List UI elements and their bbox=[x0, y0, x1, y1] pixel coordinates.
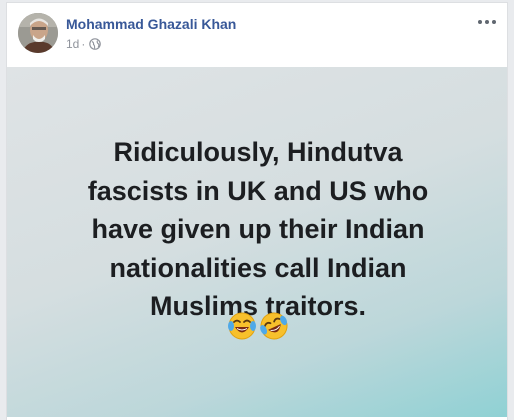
post-text-line: Ridiculously, Hindutva bbox=[113, 137, 403, 167]
author-name[interactable]: Mohammad Ghazali Khan bbox=[66, 16, 236, 32]
avatar[interactable] bbox=[18, 13, 58, 53]
post-time[interactable]: 1d bbox=[66, 37, 79, 51]
post-header: Mohammad Ghazali Khan 1d · bbox=[7, 3, 507, 67]
post-card: Mohammad Ghazali Khan 1d · Ridiculously,… bbox=[6, 2, 508, 420]
rolling-on-the-floor-laughing-icon bbox=[260, 312, 288, 340]
post-background: Ridiculously, Hindutva fascists in UK an… bbox=[7, 67, 507, 417]
face-with-tears-of-joy-icon bbox=[228, 312, 256, 340]
post-text-line: nationalities call Indian bbox=[109, 252, 407, 283]
meta-separator: · bbox=[81, 37, 86, 51]
post-text-line: have given up their Indian bbox=[91, 214, 425, 244]
globe-icon[interactable] bbox=[89, 38, 102, 50]
avatar-photo bbox=[18, 13, 58, 53]
post-text: Ridiculously, Hindutva fascists in UK an… bbox=[27, 133, 489, 326]
more-options-icon[interactable] bbox=[477, 15, 497, 29]
post-text-line: fascists in UK and US who bbox=[87, 175, 429, 206]
post-meta: 1d · bbox=[66, 37, 102, 51]
emoji-row bbox=[7, 311, 507, 341]
